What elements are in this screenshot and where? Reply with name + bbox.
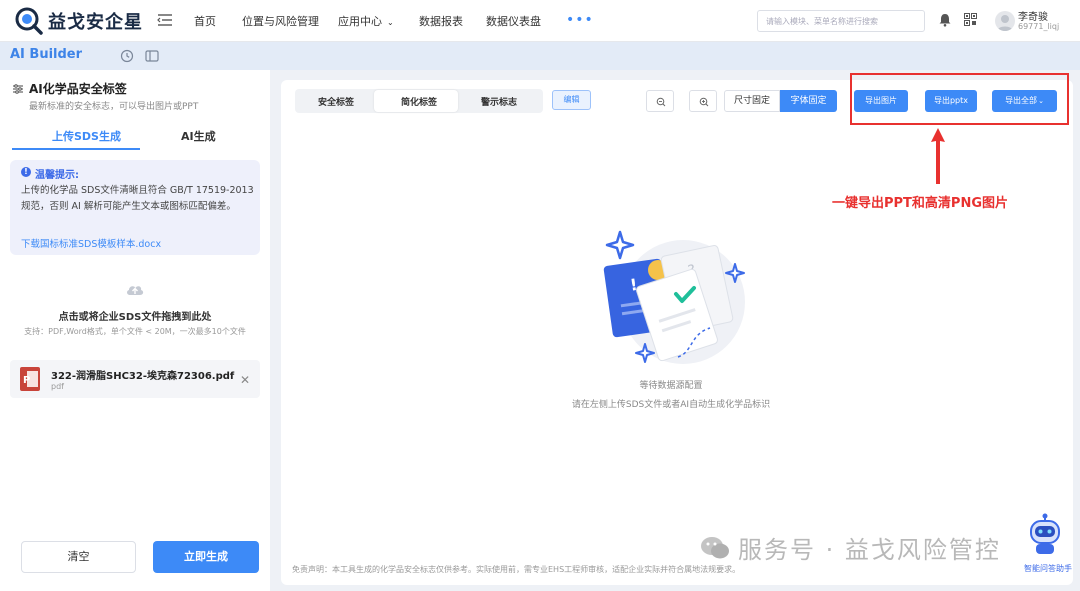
pdf-file-icon: P [20,367,40,391]
upload-dropzone[interactable]: 点击或将企业SDS文件拖拽到此处 [0,308,270,323]
upload-hint: 支持：PDF,Word格式，单个文件 < 20M，一次最多10个文件 [24,327,246,336]
export-image-button[interactable]: 导出图片 [854,90,908,112]
assistant-robot-icon[interactable] [1025,513,1065,558]
file-name: 322-润滑脂SHC32-埃克森72306.pdf [51,371,235,382]
chevron-down-icon: ⌄ [387,18,394,27]
tip-text: 上传的化学品 SDS文件清晰且符合 GB/T 17519-2013 规范，否则 … [21,185,254,212]
disclaimer-text: 免责声明：本工具生成的化学品安全标志仅供参考。实际使用前，需专业EHS工程师审核… [292,565,741,574]
active-tab-indicator [12,148,140,150]
sub-header [0,42,1080,70]
export-annotation: 一键导出PPT和高清PNG图片 [832,196,1009,211]
empty-state-title: 等待数据源配置 [639,381,703,391]
export-all-label: 导出全部 [1005,96,1038,105]
clock-icon[interactable] [120,49,134,63]
template-download-link[interactable]: 下载国标标准SDS模板样本.docx [21,236,161,250]
tab-ai-generate[interactable]: AI生成 [181,128,216,144]
nav-home[interactable]: 首页 [194,13,216,29]
panel-subtitle: 最新标准的安全标志，可以导出图片或PPT [29,102,199,112]
file-type: pdf [51,382,64,391]
empty-state-illustration: ! ? [603,230,745,364]
watermark-text: 服务号 · 益戈风险管控 [738,536,1001,564]
zoom-out-icon [656,97,666,107]
brand-name: 益戈安企星 [48,12,143,33]
zoom-in-icon [699,97,709,107]
nav-app-center-label: 应用中心 [338,15,382,28]
empty-state-hint: 请在左侧上传SDS文件或者AI自动生成化学品标识 [571,400,771,410]
qr-code-icon[interactable] [964,13,977,26]
segment-safety-label[interactable]: 安全标签 [318,95,354,108]
export-pptx-button[interactable]: 导出pptx [925,90,977,112]
close-icon[interactable]: ✕ [240,373,250,387]
export-all-button[interactable]: 导出全部⌄ [992,90,1057,112]
wechat-icon [701,537,729,559]
info-icon: ! [21,167,31,177]
tip-title: 温馨提示: [35,170,79,181]
clear-button[interactable]: 清空 [21,541,136,573]
page-title: AI Builder [10,47,83,62]
nav-data-dashboard[interactable]: 数据仪表盘 [486,13,541,29]
user-avatar-icon [997,15,1013,31]
arrow-up-icon [931,128,945,184]
zoom-in-button[interactable] [689,90,717,112]
bell-icon[interactable] [938,13,952,27]
segment-simplified-label[interactable]: 简化标签 [401,95,437,108]
menu-toggle-icon[interactable] [156,12,174,28]
size-fixed-toggle[interactable]: 尺寸固定 [724,90,780,112]
user-name[interactable]: 李奇骏 [1018,8,1048,23]
generate-button[interactable]: 立即生成 [153,541,259,573]
settings-sliders-icon [13,84,23,94]
search-input[interactable] [757,10,925,32]
edit-button[interactable]: 编辑 [552,90,591,110]
assistant-label[interactable]: 智能问答助手 [1024,563,1072,574]
zoom-out-button[interactable] [646,90,674,112]
svg-text:P: P [23,375,30,386]
nav-location-risk[interactable]: 位置与风险管理 [242,13,319,29]
segment-warning-sign[interactable]: 警示标志 [481,95,517,108]
nav-data-report[interactable]: 数据报表 [419,13,463,29]
tab-upload-sds[interactable]: 上传SDS生成 [52,128,121,144]
cloud-upload-icon[interactable] [125,280,145,298]
logo-icon [15,7,43,35]
avatar[interactable] [995,11,1015,31]
user-id: 69771_liqj [1018,22,1060,31]
nav-more-button[interactable]: ••• [566,12,594,28]
nav-app-center[interactable]: 应用中心 ⌄ [338,13,394,29]
font-fixed-toggle[interactable]: 字体固定 [780,90,837,112]
chevron-down-icon: ⌄ [1038,97,1044,105]
sidebar-panel-icon[interactable] [145,49,159,63]
panel-title: AI化学品安全标签 [29,82,127,96]
